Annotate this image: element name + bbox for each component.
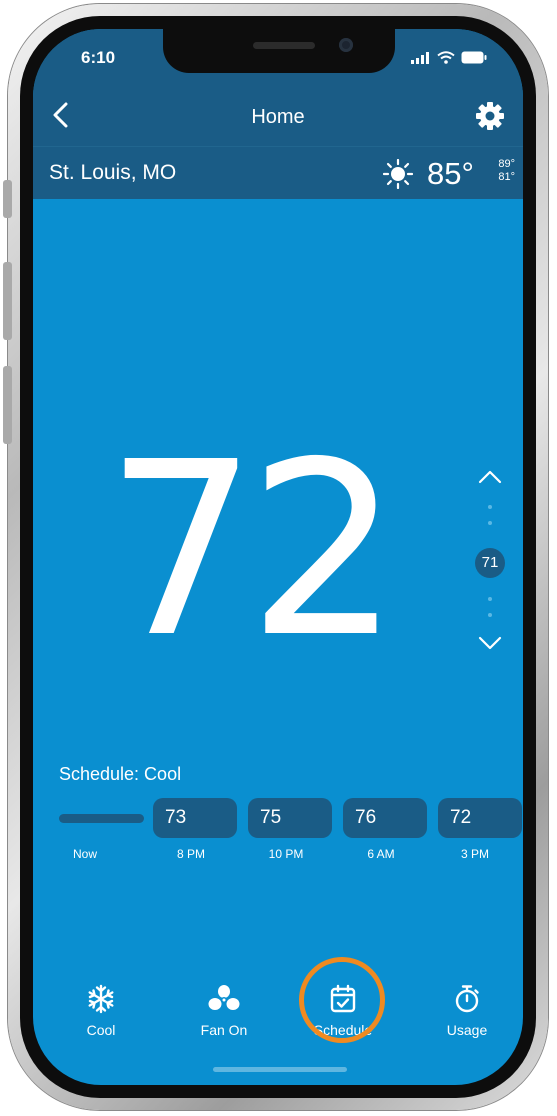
- schedule-entry-time: 3 PM: [460, 847, 489, 861]
- front-camera: [339, 38, 353, 52]
- battery-icon: [461, 51, 487, 64]
- tab-fan-on-label: Fan On: [200, 1022, 248, 1038]
- scale-dot: [488, 597, 492, 601]
- snowflake-icon: [88, 984, 114, 1014]
- now-indicator-bar: [59, 814, 144, 823]
- chevron-up-icon[interactable]: [478, 469, 502, 485]
- schedule-mode-label: Schedule: Cool: [59, 764, 182, 784]
- tab-cool[interactable]: Cool: [56, 984, 146, 1038]
- setpoint-control: 71: [475, 469, 505, 659]
- scale-dot: [488, 505, 492, 509]
- mute-switch: [3, 180, 12, 218]
- gear-icon[interactable]: [475, 101, 505, 131]
- tab-cool-label: Cool: [86, 1022, 116, 1038]
- schedule-entry-temp[interactable]: 72: [438, 798, 522, 838]
- current-outdoor-temp: 85°: [427, 156, 474, 191]
- speaker-grille: [253, 42, 315, 49]
- chevron-down-icon[interactable]: [478, 635, 502, 651]
- stopwatch-icon: [455, 985, 479, 1013]
- status-time: 6:10: [81, 48, 116, 67]
- setpoint-badge[interactable]: 71: [475, 548, 505, 578]
- current-indoor-temp: 72: [105, 410, 400, 690]
- schedule-entry-temp[interactable]: 76: [343, 798, 427, 838]
- weather-bar: St. Louis, MO 85° 89° 81°: [33, 146, 523, 199]
- schedule-entry-time: 8 PM: [176, 847, 205, 861]
- phone-notch: [163, 29, 395, 73]
- high-temp: 89°: [498, 158, 515, 170]
- tab-usage-label: Usage: [446, 1022, 488, 1038]
- signal-icon: [411, 52, 429, 64]
- schedule-entry-temp[interactable]: 75: [248, 798, 332, 838]
- highlight-ring: [299, 957, 385, 1043]
- page-title: Home: [251, 106, 305, 128]
- schedule-entry-temp[interactable]: 73: [153, 798, 237, 838]
- status-icons: [411, 51, 487, 64]
- scale-dot: [488, 521, 492, 525]
- wifi-icon: [437, 51, 455, 64]
- sun-icon: [383, 159, 413, 189]
- fan-icon: [208, 985, 240, 1010]
- location-label: St. Louis, MO: [49, 161, 177, 184]
- high-low-temps: 89° 81°: [493, 158, 515, 184]
- tab-fan-on[interactable]: Fan On: [179, 984, 269, 1038]
- schedule-entry-time: 6 AM: [367, 847, 395, 861]
- now-label: Now: [72, 847, 97, 861]
- low-temp: 81°: [498, 171, 515, 183]
- tab-usage[interactable]: Usage: [422, 984, 512, 1038]
- scale-dot: [488, 613, 492, 617]
- schedule-entry-time: 10 PM: [268, 847, 304, 861]
- volume-up-button: [3, 262, 12, 340]
- home-indicator: [213, 1067, 347, 1072]
- app-screen: 6:10 Home St. Louis, MO 85° 89° 81° 72 7…: [33, 29, 523, 1085]
- volume-down-button: [3, 366, 12, 444]
